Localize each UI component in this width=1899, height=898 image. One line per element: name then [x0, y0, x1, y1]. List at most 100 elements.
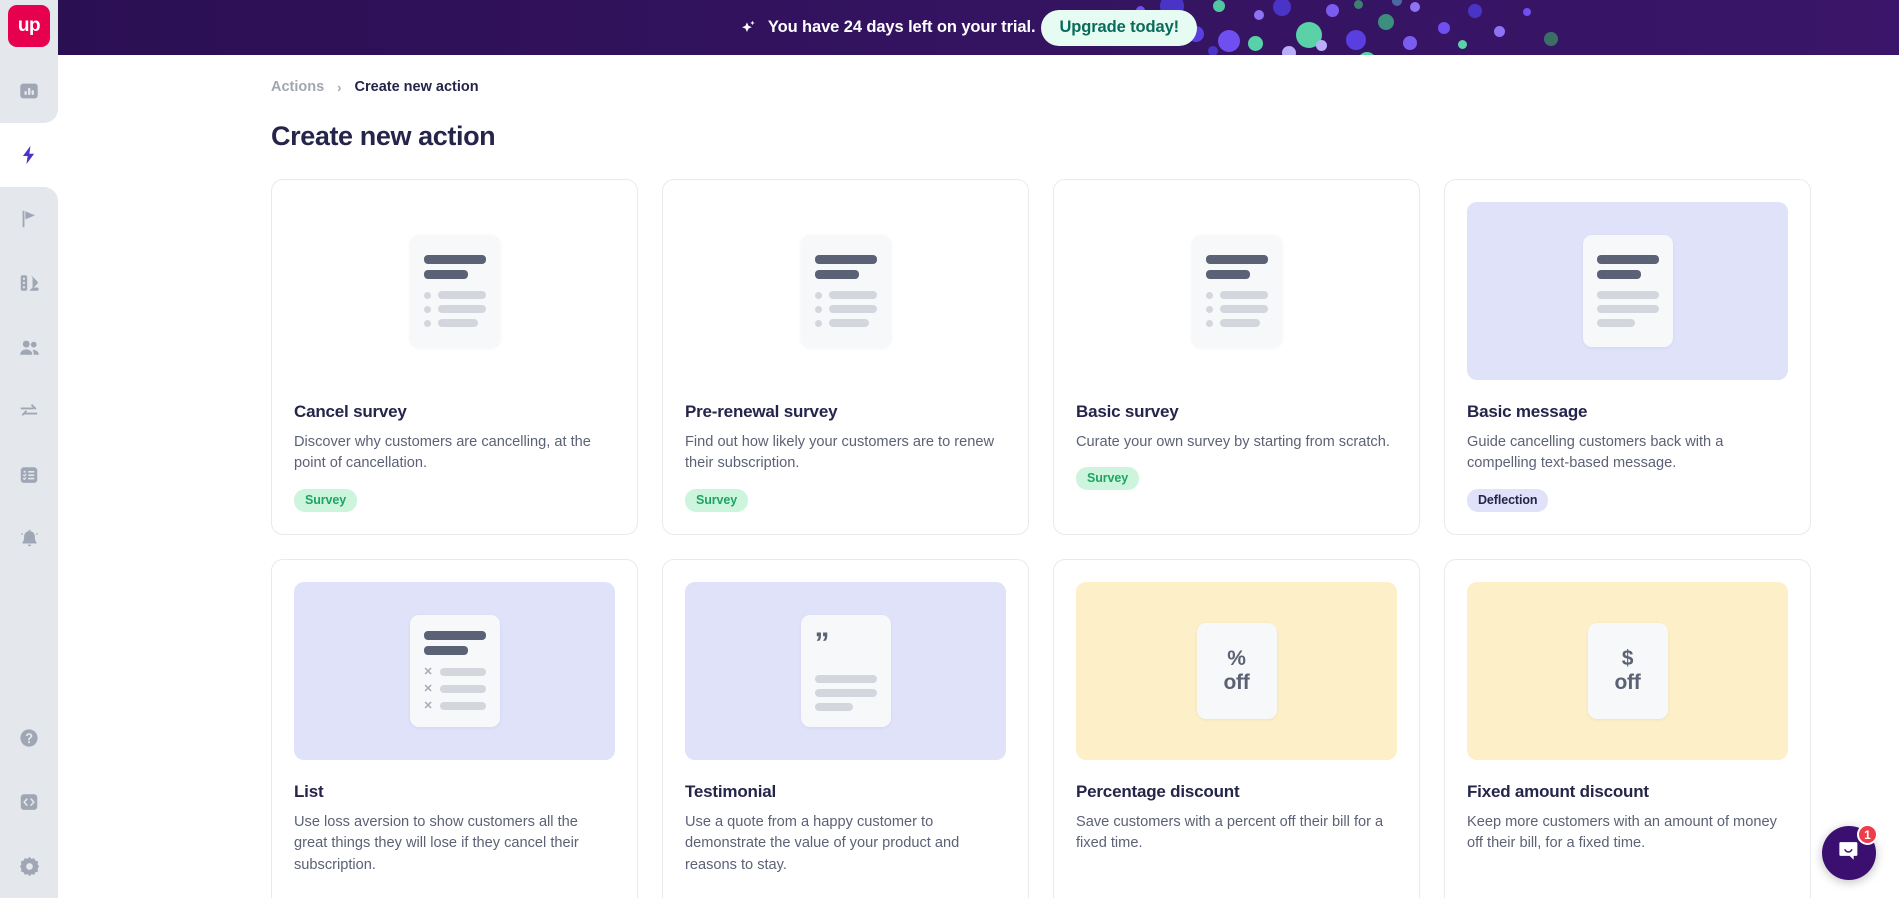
card-description: Use a quote from a happy customer to dem… [685, 814, 960, 873]
sidebar-item-actions[interactable] [0, 109, 58, 201]
card-description: Curate your own survey by starting from … [1076, 434, 1390, 450]
upgrade-button[interactable]: Upgrade today! [1041, 9, 1198, 46]
app-root: up You have 24 days left on your trial. … [0, 0, 1899, 898]
thumb-discount-word: off [1614, 671, 1641, 694]
page-title: Create new action [271, 121, 496, 151]
card-title: Percentage discount [1076, 782, 1240, 801]
action-template-card[interactable]: ✕ ✕ ✕ List Use loss aversion to show custome… [271, 559, 638, 898]
thumb-header-bars [1596, 255, 1659, 279]
thumb-radio-dot [814, 291, 822, 299]
thumb-radio-dot [1205, 305, 1213, 313]
thumb-row [423, 305, 486, 313]
card-title: Basic message [1467, 402, 1588, 421]
question-mark-icon [18, 727, 40, 749]
card-category-badge: Survey [685, 488, 749, 512]
card-description: Save customers with a percent off their … [1076, 814, 1384, 852]
card-thumbnail: $ off [1467, 582, 1788, 760]
thumb-bar [437, 305, 486, 313]
thumb-option-rows [1205, 291, 1268, 327]
action-template-card[interactable]: Pre-renewal survey Find out how likely yo… [662, 179, 1029, 535]
sidebar-item-developers[interactable] [0, 770, 58, 834]
cross-icon: ✕ [423, 699, 433, 712]
thumb-row [1205, 319, 1268, 327]
thumb-bar [1205, 255, 1268, 264]
thumb-option-rows [423, 291, 486, 327]
thumb-bar [1596, 305, 1659, 313]
thumb-sheet [800, 235, 891, 347]
thumb-discount-label: $ off [1615, 647, 1641, 694]
thumb-bar [828, 291, 877, 299]
action-template-card[interactable]: Basic survey Curate your own survey by st… [1053, 179, 1420, 535]
breadcrumb: Actions › Create new action [58, 55, 1899, 95]
thumb-radio-dot [423, 291, 431, 299]
code-brackets-icon [18, 791, 40, 813]
card-thumbnail [294, 202, 615, 380]
card-thumbnail: ” [685, 582, 1006, 760]
thumb-sheet: % off [1196, 623, 1277, 719]
thumb-row [1205, 305, 1268, 313]
left-nav-rail: up [0, 0, 58, 898]
thumb-bar [1596, 270, 1642, 279]
action-template-card[interactable]: ” Testimonial Use a quote from a happy cus… [662, 559, 1029, 898]
action-template-card[interactable]: $ off Fixed amount discount Keep more custo… [1444, 559, 1811, 898]
sidebar-item-design[interactable] [0, 251, 58, 315]
palette-icon [18, 272, 40, 294]
card-title: Testimonial [685, 782, 777, 801]
thumb-bar [439, 668, 486, 676]
thumb-row [814, 319, 877, 327]
thumb-bar [437, 319, 479, 327]
breadcrumb-actions-link[interactable]: Actions [271, 79, 324, 95]
chat-unread-badge: 1 [1857, 824, 1878, 845]
sidebar-item-tasks[interactable] [0, 443, 58, 507]
banner-content: You have 24 days left on your trial. Upg… [740, 9, 1198, 46]
card-category-badge: Survey [1076, 467, 1140, 491]
thumb-sheet: $ off [1587, 623, 1668, 719]
thumb-sheet [1191, 235, 1282, 347]
card-thumbnail [685, 202, 1006, 380]
thumb-bar [1596, 291, 1659, 299]
sidebar-item-customers[interactable] [0, 315, 58, 379]
chat-launcher-button[interactable]: 1 [1822, 824, 1878, 880]
thumb-bar [814, 675, 877, 683]
thumb-row [423, 291, 486, 299]
thumb-radio-dot [814, 319, 822, 327]
action-template-card[interactable]: % off Percentage discount Save customers wi… [1053, 559, 1420, 898]
sidebar-item-flags[interactable] [0, 187, 58, 251]
thumb-bar [439, 685, 486, 693]
thumb-radio-dot [1205, 291, 1213, 299]
thumb-bar [1596, 255, 1659, 264]
thumb-sheet [409, 235, 500, 347]
nav-primary-group [0, 59, 58, 571]
thumb-option-rows [814, 291, 877, 327]
page-content: Actions › Create new action Create new a… [58, 55, 1899, 898]
sidebar-item-integrations[interactable] [0, 379, 58, 443]
card-title: Fixed amount discount [1467, 782, 1649, 801]
thumb-bar [1219, 291, 1268, 299]
thumb-row [423, 319, 486, 327]
sidebar-item-alerts[interactable] [0, 507, 58, 571]
thumb-header-bars [814, 255, 877, 279]
people-icon [18, 336, 41, 359]
gear-icon [18, 855, 41, 878]
thumb-bar [1596, 319, 1635, 327]
flag-icon [18, 208, 40, 230]
thumb-sheet [1582, 235, 1673, 347]
thumb-row: ✕ [423, 682, 486, 695]
thumb-header-bars [1205, 255, 1268, 279]
breadcrumb-separator-icon: › [337, 79, 342, 95]
sidebar-item-help[interactable] [0, 706, 58, 770]
thumb-row [1205, 291, 1268, 299]
sidebar-item-settings[interactable] [0, 834, 58, 898]
thumb-bar [439, 702, 486, 710]
action-template-card[interactable]: Basic message Guide cancelling customers … [1444, 179, 1811, 535]
action-template-card[interactable]: Cancel survey Discover why customers are … [271, 179, 638, 535]
cross-icon: ✕ [423, 682, 433, 695]
thumb-sheet: ” [800, 615, 891, 727]
quote-mark-icon: ” [814, 627, 830, 660]
thumb-radio-dot [423, 305, 431, 313]
thumb-bar [828, 305, 877, 313]
card-title: List [294, 782, 324, 801]
chat-bubble-icon [1836, 837, 1863, 869]
card-title: Cancel survey [294, 402, 407, 421]
app-logo[interactable]: up [8, 5, 50, 47]
